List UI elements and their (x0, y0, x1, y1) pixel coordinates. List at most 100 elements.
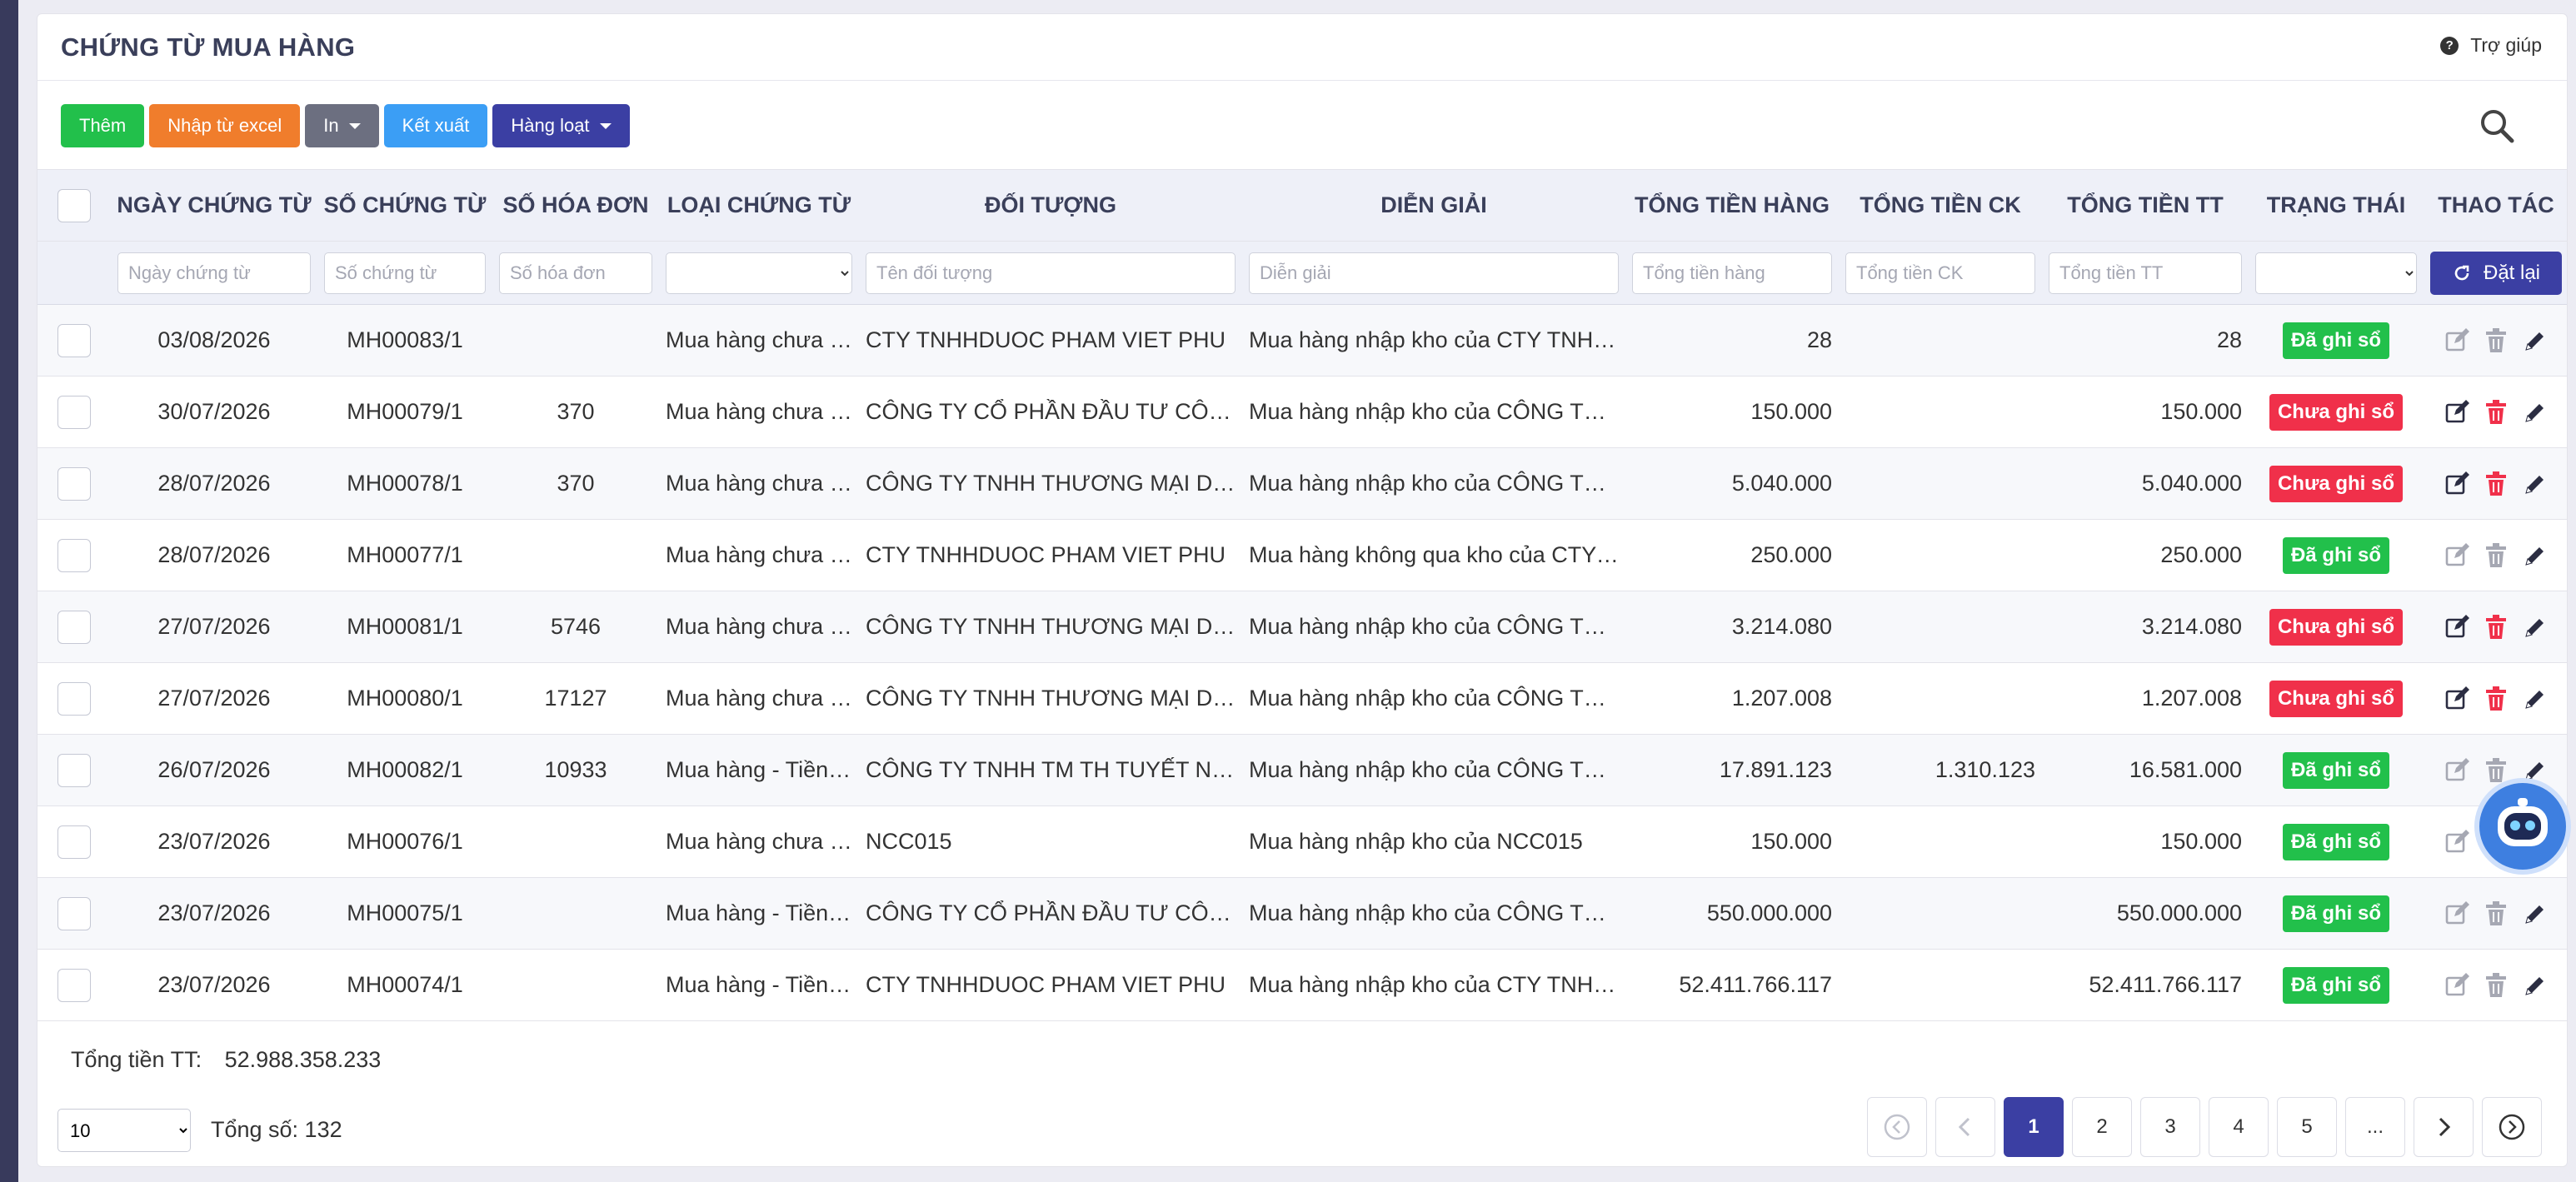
pencil-icon[interactable] (2523, 973, 2548, 998)
column-header-description[interactable]: DIỄN GIẢI (1242, 169, 1625, 242)
row-actions (2430, 972, 2562, 998)
edit-square-icon[interactable] (2444, 327, 2469, 353)
pay-total-filter-input[interactable] (2049, 252, 2242, 294)
trash-icon[interactable] (2484, 327, 2508, 353)
page-button[interactable]: 5 (2277, 1097, 2337, 1157)
cell-voucher-no[interactable]: MH00078/1 (317, 447, 492, 520)
batch-dropdown-button[interactable]: Hàng loạt (492, 104, 630, 147)
first-page-button[interactable] (1867, 1097, 1927, 1157)
column-header-invoice-no[interactable]: SỐ HÓA ĐƠN (492, 169, 659, 242)
last-page-button[interactable] (2482, 1097, 2542, 1157)
row-checkbox[interactable] (57, 323, 91, 357)
table-row[interactable]: 03/08/2026 MH00083/1 Mua hàng chưa thanh… (37, 304, 2567, 377)
cell-voucher-no[interactable]: MH00083/1 (317, 304, 492, 377)
row-checkbox[interactable] (57, 466, 91, 501)
column-header-discount-total[interactable]: TỔNG TIỀN CK (1839, 169, 2042, 242)
pencil-icon[interactable] (2523, 328, 2548, 353)
edit-square-icon[interactable] (2444, 399, 2469, 425)
prev-page-button[interactable] (1935, 1097, 1995, 1157)
date-filter-input[interactable] (117, 252, 311, 294)
print-dropdown-button[interactable]: In (305, 104, 379, 147)
cell-voucher-no[interactable]: MH00082/1 (317, 734, 492, 806)
table-row[interactable]: 27/07/2026 MH00080/1 17127 Mua hàng chưa… (37, 662, 2567, 735)
pencil-icon[interactable] (2523, 471, 2548, 496)
row-checkbox[interactable] (57, 538, 91, 572)
trash-icon[interactable] (2484, 972, 2508, 998)
row-checkbox[interactable] (57, 825, 91, 859)
column-header-status[interactable]: TRẠNG THÁI (2249, 169, 2424, 242)
row-checkbox[interactable] (57, 968, 91, 1002)
trash-icon[interactable] (2484, 757, 2508, 783)
cell-voucher-no[interactable]: MH00081/1 (317, 591, 492, 663)
cell-voucher-no[interactable]: MH00075/1 (317, 877, 492, 950)
add-button[interactable]: Thêm (61, 104, 145, 147)
row-checkbox[interactable] (57, 896, 91, 930)
table-row[interactable]: 28/07/2026 MH00078/1 370 Mua hàng chưa t… (37, 447, 2567, 520)
edit-square-icon[interactable] (2444, 757, 2469, 783)
pencil-icon[interactable] (2523, 901, 2548, 926)
page-size-select[interactable]: 10 (57, 1109, 191, 1152)
voucher-type-filter-select[interactable] (666, 252, 852, 294)
description-filter-input[interactable] (1249, 252, 1619, 294)
edit-square-icon[interactable] (2444, 542, 2469, 568)
import-excel-button[interactable]: Nhập từ excel (149, 104, 301, 147)
assistant-bot-button[interactable] (2479, 783, 2566, 870)
row-checkbox[interactable] (57, 681, 91, 716)
edit-square-icon[interactable] (2444, 829, 2469, 855)
pencil-icon[interactable] (2523, 615, 2548, 640)
column-header-goods-total[interactable]: TỔNG TIỀN HÀNG (1625, 169, 1839, 242)
table-row[interactable]: 26/07/2026 MH00082/1 10933 Mua hàng - Ti… (37, 734, 2567, 806)
row-checkbox[interactable] (57, 753, 91, 787)
column-header-voucher-no[interactable]: SỐ CHỨNG TỪ (317, 169, 492, 242)
pencil-icon[interactable] (2523, 400, 2548, 425)
table-row[interactable]: 27/07/2026 MH00081/1 5746 Mua hàng chưa … (37, 591, 2567, 663)
table-row[interactable]: 28/07/2026 MH00077/1 Mua hàng chưa thanh… (37, 519, 2567, 591)
page-ellipsis[interactable]: ... (2345, 1097, 2405, 1157)
search-button[interactable] (2477, 106, 2517, 146)
partner-filter-input[interactable] (866, 252, 1236, 294)
table-row[interactable]: 23/07/2026 MH00076/1 Mua hàng chưa thanh… (37, 805, 2567, 878)
cell-voucher-no[interactable]: MH00077/1 (317, 519, 492, 591)
edit-square-icon[interactable] (2444, 972, 2469, 998)
cell-voucher-no[interactable]: MH00074/1 (317, 949, 492, 1021)
edit-square-icon[interactable] (2444, 686, 2469, 711)
voucher-no-filter-input[interactable] (324, 252, 486, 294)
row-checkbox[interactable] (57, 610, 91, 644)
page-button[interactable]: 2 (2072, 1097, 2132, 1157)
trash-icon[interactable] (2484, 686, 2508, 711)
status-filter-select[interactable] (2255, 252, 2417, 294)
edit-square-icon[interactable] (2444, 900, 2469, 926)
help-link[interactable]: ? Trợ giúp (2440, 34, 2542, 57)
trash-icon[interactable] (2484, 542, 2508, 568)
reset-button[interactable]: Đặt lại (2430, 251, 2562, 295)
column-header-partner[interactable]: ĐỐI TƯỢNG (859, 169, 1242, 242)
pencil-icon[interactable] (2523, 543, 2548, 568)
next-page-button[interactable] (2414, 1097, 2474, 1157)
page-button[interactable]: 1 (2004, 1097, 2064, 1157)
page-button[interactable]: 4 (2209, 1097, 2269, 1157)
select-all-checkbox[interactable] (57, 188, 91, 222)
pencil-icon[interactable] (2523, 686, 2548, 711)
trash-icon[interactable] (2484, 614, 2508, 640)
pencil-icon[interactable] (2523, 758, 2548, 783)
table-row[interactable]: 30/07/2026 MH00079/1 370 Mua hàng chưa t… (37, 376, 2567, 448)
export-button[interactable]: Kết xuất (383, 104, 488, 147)
page-button[interactable]: 3 (2140, 1097, 2200, 1157)
edit-square-icon[interactable] (2444, 471, 2469, 496)
invoice-no-filter-input[interactable] (499, 252, 652, 294)
goods-total-filter-input[interactable] (1632, 252, 1832, 294)
trash-icon[interactable] (2484, 471, 2508, 496)
cell-voucher-no[interactable]: MH00079/1 (317, 376, 492, 448)
cell-voucher-no[interactable]: MH00076/1 (317, 805, 492, 878)
trash-icon[interactable] (2484, 900, 2508, 926)
discount-total-filter-input[interactable] (1845, 252, 2035, 294)
column-header-date[interactable]: NGÀY CHỨNG TỪ (111, 169, 317, 242)
table-row[interactable]: 23/07/2026 MH00074/1 Mua hàng - Tiền mặt… (37, 949, 2567, 1021)
edit-square-icon[interactable] (2444, 614, 2469, 640)
trash-icon[interactable] (2484, 399, 2508, 425)
cell-voucher-no[interactable]: MH00080/1 (317, 662, 492, 735)
column-header-voucher-type[interactable]: LOẠI CHỨNG TỪ (659, 169, 859, 242)
row-checkbox[interactable] (57, 395, 91, 429)
table-row[interactable]: 23/07/2026 MH00075/1 Mua hàng - Tiền mặt… (37, 877, 2567, 950)
column-header-pay-total[interactable]: TỔNG TIỀN TT (2042, 169, 2249, 242)
